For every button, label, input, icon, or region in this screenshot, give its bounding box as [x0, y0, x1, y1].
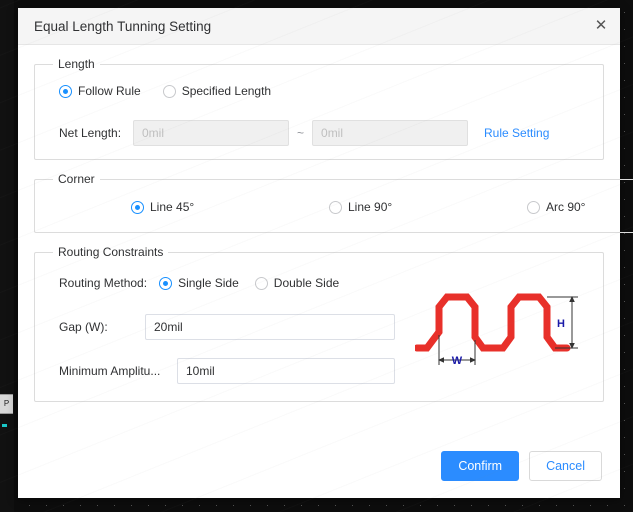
dialog-body: Length Follow Rule Specified Length Net … [18, 45, 633, 434]
radio-specified-length[interactable]: Specified Length [162, 84, 272, 98]
net-length-max-input[interactable] [312, 120, 469, 146]
net-length-label: Net Length: [59, 126, 122, 140]
radio-single-side-label: Single Side [178, 276, 239, 290]
corner-options-row: Line 45° Line 90° Arc 90° [47, 192, 633, 220]
left-dock-strip: P [0, 0, 14, 512]
radio-line-45[interactable]: Line 45° [47, 200, 321, 214]
routing-method-label: Routing Method: [59, 276, 148, 290]
close-icon[interactable]: ✕ [590, 15, 612, 37]
dialog-title: Equal Length Tunning Setting [34, 18, 212, 34]
routing-method-row: Routing Method: Single Side Double Side [47, 269, 417, 297]
radio-single-side[interactable]: Single Side [159, 276, 239, 290]
dialog-titlebar: Equal Length Tunning Setting ✕ [18, 8, 620, 45]
serpentine-trace-diagram: H W [413, 285, 585, 371]
radio-dot-icon [527, 200, 540, 214]
dimension-label-h: H [557, 318, 565, 330]
gap-input[interactable] [145, 314, 395, 340]
net-length-separator: ~ [297, 126, 305, 140]
radio-follow-rule-label: Follow Rule [78, 84, 141, 98]
dimension-label-w: W [452, 355, 463, 367]
radio-line-90[interactable]: Line 90° [321, 200, 519, 214]
corner-group: Corner Line 45° Line 90° Arc 90° [34, 172, 633, 233]
radio-dot-icon [131, 200, 144, 214]
radio-arc-90[interactable]: Arc 90° [519, 200, 633, 214]
net-length-row: Net Length: ~ Rule Setting [47, 119, 591, 147]
length-group: Length Follow Rule Specified Length Net … [34, 57, 604, 160]
equal-length-tuning-dialog: Equal Length Tunning Setting ✕ Length Fo… [18, 8, 633, 498]
routing-constraints-group: Routing Constraints Routing Method: Sing… [34, 245, 604, 402]
length-group-legend: Length [58, 57, 95, 71]
radio-dot-icon [254, 276, 268, 290]
radio-specified-length-label: Specified Length [181, 84, 272, 98]
min-amplitude-row: Minimum Amplitu... [47, 357, 417, 385]
net-length-min-input[interactable] [133, 120, 289, 146]
rule-setting-link[interactable]: Rule Setting [484, 126, 549, 140]
min-amplitude-label: Minimum Amplitu... [59, 364, 161, 378]
dialog-footer: Confirm Cancel [18, 434, 620, 498]
gap-row: Gap (W): [47, 313, 417, 341]
radio-dot-icon [59, 84, 72, 98]
radio-follow-rule[interactable]: Follow Rule [59, 84, 141, 98]
radio-arc-90-label: Arc 90° [546, 200, 586, 214]
radio-line-45-label: Line 45° [150, 200, 195, 214]
routing-constraints-fields: Routing Method: Single Side Double Side … [47, 269, 417, 385]
radio-double-side[interactable]: Double Side [254, 276, 340, 290]
routing-constraints-legend: Routing Constraints [58, 245, 164, 259]
corner-group-legend: Corner [58, 172, 95, 186]
gap-label: Gap (W): [59, 320, 108, 334]
cancel-button[interactable]: Cancel [529, 451, 602, 481]
radio-dot-icon [162, 84, 176, 98]
radio-line-90-label: Line 90° [348, 200, 393, 214]
left-dock-panel-tab[interactable]: P [0, 394, 13, 414]
radio-dot-icon [329, 200, 342, 214]
length-mode-row: Follow Rule Specified Length [47, 77, 591, 105]
radio-double-side-label: Double Side [273, 276, 340, 290]
radio-dot-icon [159, 276, 173, 290]
left-dock-marker [2, 424, 7, 427]
confirm-button[interactable]: Confirm [441, 451, 520, 481]
min-amplitude-input[interactable] [177, 358, 395, 384]
